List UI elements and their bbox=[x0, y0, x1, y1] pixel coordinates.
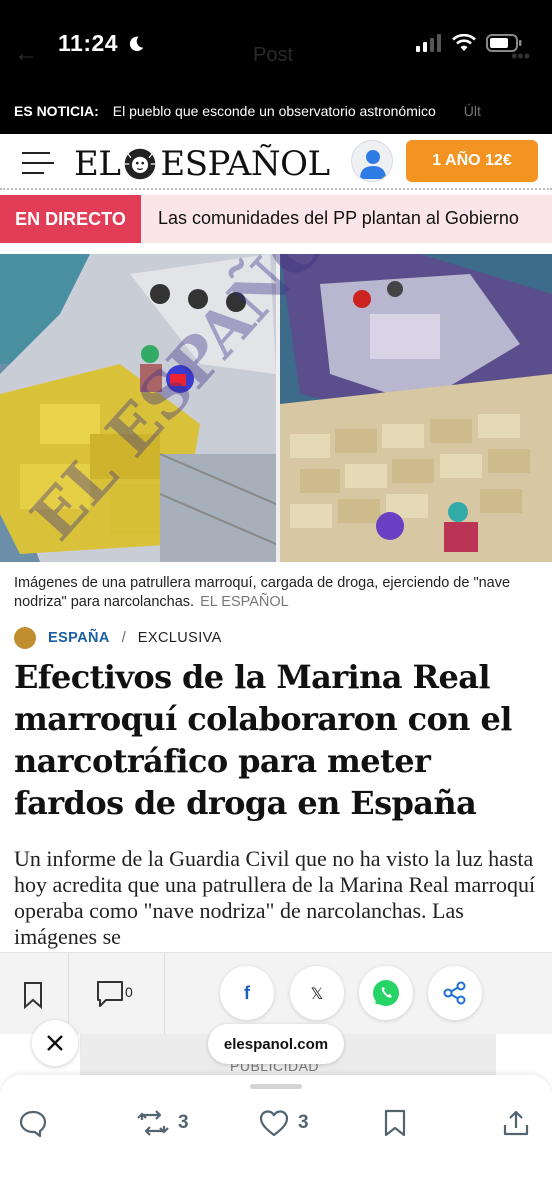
like-icon bbox=[259, 1110, 289, 1137]
reply-button[interactable] bbox=[18, 1106, 48, 1140]
header-divider bbox=[0, 188, 552, 190]
status-bar: ← Post 11:24 ••• bbox=[0, 0, 552, 88]
subscribe-button[interactable]: 1 AÑO 12€ bbox=[406, 140, 538, 182]
user-icon bbox=[360, 150, 386, 179]
section-avatar-icon bbox=[14, 627, 36, 649]
hero-image[interactable]: EL ESPAÑOL bbox=[0, 254, 552, 562]
live-label: EN DIRECTO bbox=[0, 195, 141, 243]
ticker-next[interactable]: Últ bbox=[464, 103, 481, 119]
status-indicators bbox=[416, 34, 522, 52]
wifi-icon bbox=[452, 34, 476, 51]
logo-text-espanol: ESPAÑOL bbox=[160, 144, 330, 184]
user-account-button[interactable] bbox=[351, 140, 393, 182]
breadcrumb: ESPAÑA / EXCLUSIVA bbox=[14, 626, 222, 650]
breadcrumb-separator: / bbox=[121, 630, 126, 646]
article-lead: Un informe de la Guardia Civil que no ha… bbox=[14, 846, 536, 949]
hamburger-icon[interactable] bbox=[22, 150, 54, 176]
ghost-page-title: Post bbox=[253, 44, 294, 66]
article-tag: EXCLUSIVA bbox=[137, 630, 222, 646]
bookmark-icon[interactable] bbox=[22, 981, 44, 1009]
site-logo[interactable]: EL ESPAÑOL bbox=[74, 144, 330, 184]
like-count: 3 bbox=[298, 1112, 309, 1133]
live-banner[interactable]: EN DIRECTO Las comunidades del PP planta… bbox=[0, 195, 552, 243]
back-arrow-icon[interactable]: ← bbox=[14, 40, 38, 68]
more-icon[interactable]: ••• bbox=[511, 46, 530, 67]
status-time: 11:24 bbox=[58, 30, 119, 56]
like-button[interactable]: 3 bbox=[258, 1106, 309, 1140]
x-icon: 𝕏 bbox=[310, 983, 324, 1003]
news-ticker[interactable]: ES NOTICIA: El pueblo que esconde un obs… bbox=[0, 88, 552, 134]
moon-icon bbox=[129, 36, 144, 52]
sheet-grabber[interactable] bbox=[250, 1084, 302, 1089]
reply-icon bbox=[19, 1110, 47, 1138]
upload-icon bbox=[503, 1110, 529, 1136]
repost-count: 3 bbox=[178, 1112, 189, 1133]
repost-icon bbox=[137, 1110, 169, 1136]
facebook-icon: f bbox=[244, 982, 250, 1003]
repost-button[interactable]: 3 bbox=[136, 1106, 189, 1140]
native-share-button[interactable] bbox=[428, 966, 482, 1020]
save-icon bbox=[384, 1109, 406, 1137]
save-button[interactable] bbox=[382, 1106, 408, 1140]
share-bar-divider bbox=[68, 953, 69, 1035]
signal-icon bbox=[416, 34, 441, 52]
section-link[interactable]: ESPAÑA bbox=[48, 630, 110, 646]
ticker-label: ES NOTICIA: bbox=[14, 103, 99, 119]
share-icon bbox=[443, 981, 466, 1005]
close-button[interactable] bbox=[32, 1020, 78, 1066]
upload-button[interactable] bbox=[502, 1106, 530, 1140]
share-bar-divider bbox=[164, 953, 165, 1035]
whatsapp-icon bbox=[373, 980, 399, 1006]
logo-text-el: EL bbox=[74, 144, 121, 184]
live-headline[interactable]: Las comunidades del PP plantan al Gobier… bbox=[158, 208, 519, 229]
comment-count: 0 bbox=[125, 984, 133, 1000]
whatsapp-share-button[interactable] bbox=[359, 966, 413, 1020]
x-share-button[interactable]: 𝕏 bbox=[290, 966, 344, 1020]
domain-pill[interactable]: elespanol.com bbox=[208, 1024, 344, 1064]
image-caption: Imágenes de una patrullera marroquí, car… bbox=[14, 574, 538, 612]
ticker-headline[interactable]: El pueblo que esconde un observatorio as… bbox=[113, 103, 436, 119]
caption-credit: EL ESPAÑOL bbox=[200, 594, 289, 610]
facebook-share-button[interactable]: f bbox=[220, 966, 274, 1020]
lion-logo-icon bbox=[125, 148, 156, 180]
article-headline: Efectivos de la Marina Real marroquí col… bbox=[14, 658, 512, 822]
close-icon bbox=[47, 1035, 63, 1051]
